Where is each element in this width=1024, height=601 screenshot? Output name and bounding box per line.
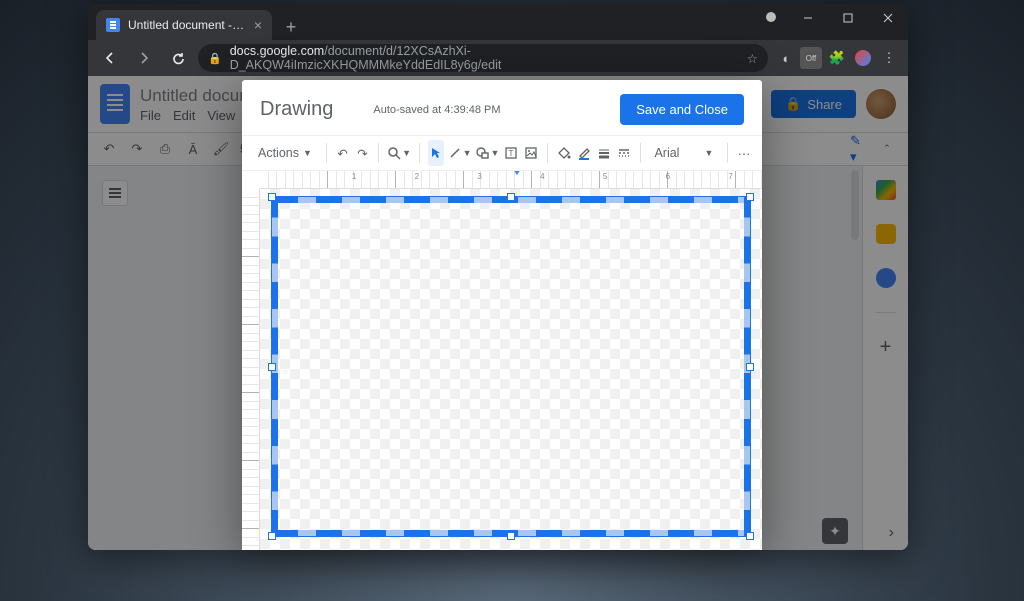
- border-color-button[interactable]: [576, 140, 592, 166]
- maximize-button[interactable]: [828, 4, 868, 32]
- ruler-marker-icon[interactable]: [513, 171, 521, 175]
- resize-handle-tm[interactable]: [507, 193, 515, 201]
- dialog-header: Drawing Auto-saved at 4:39:48 PM Save an…: [242, 80, 762, 135]
- resize-handle-ml[interactable]: [268, 363, 276, 371]
- zoom-button[interactable]: ▼: [387, 140, 411, 166]
- drawing-canvas[interactable]: [260, 189, 762, 550]
- address-bar[interactable]: 🔒 docs.google.com/document/d/12XCsAzhXi-…: [198, 44, 768, 72]
- url-text: docs.google.com/document/d/12XCsAzhXi-D_…: [230, 44, 739, 72]
- fill-color-button[interactable]: [556, 140, 572, 166]
- window-controls: [788, 4, 908, 32]
- minimize-button[interactable]: [788, 4, 828, 32]
- svg-text:T: T: [509, 149, 514, 158]
- extension-icon[interactable]: ◖: [774, 47, 796, 69]
- border-dash-button[interactable]: [616, 140, 632, 166]
- tab-title: Untitled document - Google Docs: [128, 18, 246, 32]
- canvas-area: 1 2 3 4 5 6 7: [242, 171, 762, 550]
- vertical-ruler[interactable]: [242, 171, 260, 550]
- border-weight-button[interactable]: [596, 140, 612, 166]
- resize-handle-bm[interactable]: [507, 532, 515, 540]
- extension-icon[interactable]: Off: [800, 47, 822, 69]
- reload-button[interactable]: [164, 44, 192, 72]
- extension-icons: ◖ Off 🧩 ⋮: [774, 47, 900, 69]
- close-button[interactable]: [868, 4, 908, 32]
- resize-handle-tr[interactable]: [746, 193, 754, 201]
- more-options-button[interactable]: ⋯: [736, 140, 752, 166]
- resize-handle-bl[interactable]: [268, 532, 276, 540]
- selection-outline: [271, 196, 751, 537]
- resize-handle-tl[interactable]: [268, 193, 276, 201]
- drawing-toolbar: Actions▼ ↶ ↷ ▼ ▼ ▼ T Arial▼ ⋯: [242, 135, 762, 171]
- line-tool[interactable]: ▼: [448, 140, 472, 166]
- save-and-close-button[interactable]: Save and Close: [620, 94, 744, 125]
- font-family-select[interactable]: Arial▼: [648, 146, 719, 160]
- actions-menu[interactable]: Actions▼: [252, 146, 318, 160]
- browser-menu-icon[interactable]: ⋮: [878, 47, 900, 69]
- tab-strip: Untitled document - Google Docs × +: [88, 4, 908, 40]
- resize-handle-br[interactable]: [746, 532, 754, 540]
- forward-button[interactable]: [130, 44, 158, 72]
- status-indicator-icon: [766, 12, 776, 22]
- shape-tool[interactable]: ▼: [476, 140, 500, 166]
- lock-icon: 🔒: [208, 52, 222, 65]
- resize-handle-mr[interactable]: [746, 363, 754, 371]
- dialog-title: Drawing: [260, 98, 333, 121]
- drawing-dialog: Drawing Auto-saved at 4:39:48 PM Save an…: [242, 80, 762, 550]
- horizontal-ruler[interactable]: 1 2 3 4 5 6 7: [260, 171, 762, 189]
- star-icon[interactable]: ☆: [747, 51, 758, 66]
- browser-tab[interactable]: Untitled document - Google Docs ×: [96, 10, 272, 40]
- profile-icon[interactable]: [852, 47, 874, 69]
- extensions-menu-icon[interactable]: 🧩: [826, 47, 848, 69]
- image-tool[interactable]: [523, 140, 539, 166]
- rectangle-shape[interactable]: [272, 197, 750, 536]
- select-tool[interactable]: [428, 140, 444, 166]
- redo-button[interactable]: ↷: [355, 140, 371, 166]
- docs-favicon-icon: [106, 18, 120, 32]
- new-tab-button[interactable]: +: [278, 14, 304, 40]
- autosave-status: Auto-saved at 4:39:48 PM: [373, 104, 610, 116]
- tab-close-icon[interactable]: ×: [254, 17, 262, 33]
- browser-toolbar: 🔒 docs.google.com/document/d/12XCsAzhXi-…: [88, 40, 908, 76]
- back-button[interactable]: [96, 44, 124, 72]
- undo-button[interactable]: ↶: [335, 140, 351, 166]
- textbox-tool[interactable]: T: [503, 140, 519, 166]
